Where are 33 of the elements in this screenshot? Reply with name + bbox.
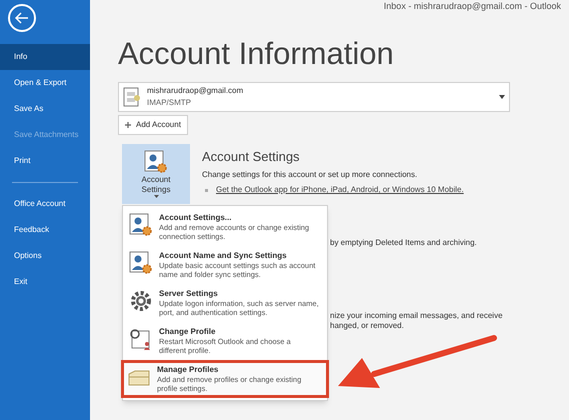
section-heading: Account Settings bbox=[202, 148, 301, 166]
sidebar-item[interactable]: Office Account bbox=[0, 191, 90, 217]
section-description: Change settings for this account or set up more connections. bbox=[202, 169, 418, 181]
account-settings-button[interactable]: Account Settings bbox=[122, 144, 190, 204]
person-gear-icon bbox=[129, 251, 153, 275]
sidebar-item[interactable]: Info bbox=[0, 44, 90, 70]
partial-text: by emptying Deleted Items and archiving. bbox=[330, 236, 478, 248]
back-arrow-icon bbox=[15, 12, 29, 24]
back-button[interactable] bbox=[8, 4, 36, 32]
page-title: Account Information bbox=[118, 36, 395, 72]
plus-icon bbox=[125, 122, 131, 128]
account-dropdown[interactable]: mishrarudraop@gmail.com IMAP/SMTP bbox=[118, 82, 510, 112]
partial-text: nize your incoming email messages, and receive bbox=[330, 310, 504, 320]
add-account-button[interactable]: Add Account bbox=[118, 114, 188, 134]
account-card-icon bbox=[123, 86, 141, 106]
bullet-icon bbox=[205, 188, 208, 192]
sidebar-item[interactable]: Print bbox=[0, 148, 90, 174]
sidebar-item[interactable]: Options bbox=[0, 243, 90, 269]
sidebar-item[interactable]: Feedback bbox=[0, 217, 90, 243]
sidebar-item[interactable]: Save As bbox=[0, 96, 90, 122]
dropdown-caret-icon bbox=[499, 94, 505, 98]
account-email: mishrarudraop@gmail.com bbox=[147, 84, 244, 96]
person-gear-icon bbox=[144, 150, 168, 174]
partial-text: hanged, or removed. bbox=[330, 320, 405, 330]
gear-icon bbox=[129, 289, 153, 313]
person-gear-icon bbox=[129, 213, 153, 237]
window-title: Inbox - mishrarudraop@gmail.com - Outlook bbox=[384, 0, 561, 13]
outlook-app-link[interactable]: Get the Outlook app for iPhone, iPad, Android, or Windows 10 Mobile. bbox=[216, 184, 464, 196]
restart-profile-icon bbox=[129, 327, 153, 351]
account-type: IMAP/SMTP bbox=[147, 96, 192, 108]
sidebar-item[interactable]: Open & Export bbox=[0, 70, 90, 96]
sidebar-item[interactable]: Exit bbox=[0, 269, 90, 295]
caret-icon bbox=[154, 194, 158, 198]
